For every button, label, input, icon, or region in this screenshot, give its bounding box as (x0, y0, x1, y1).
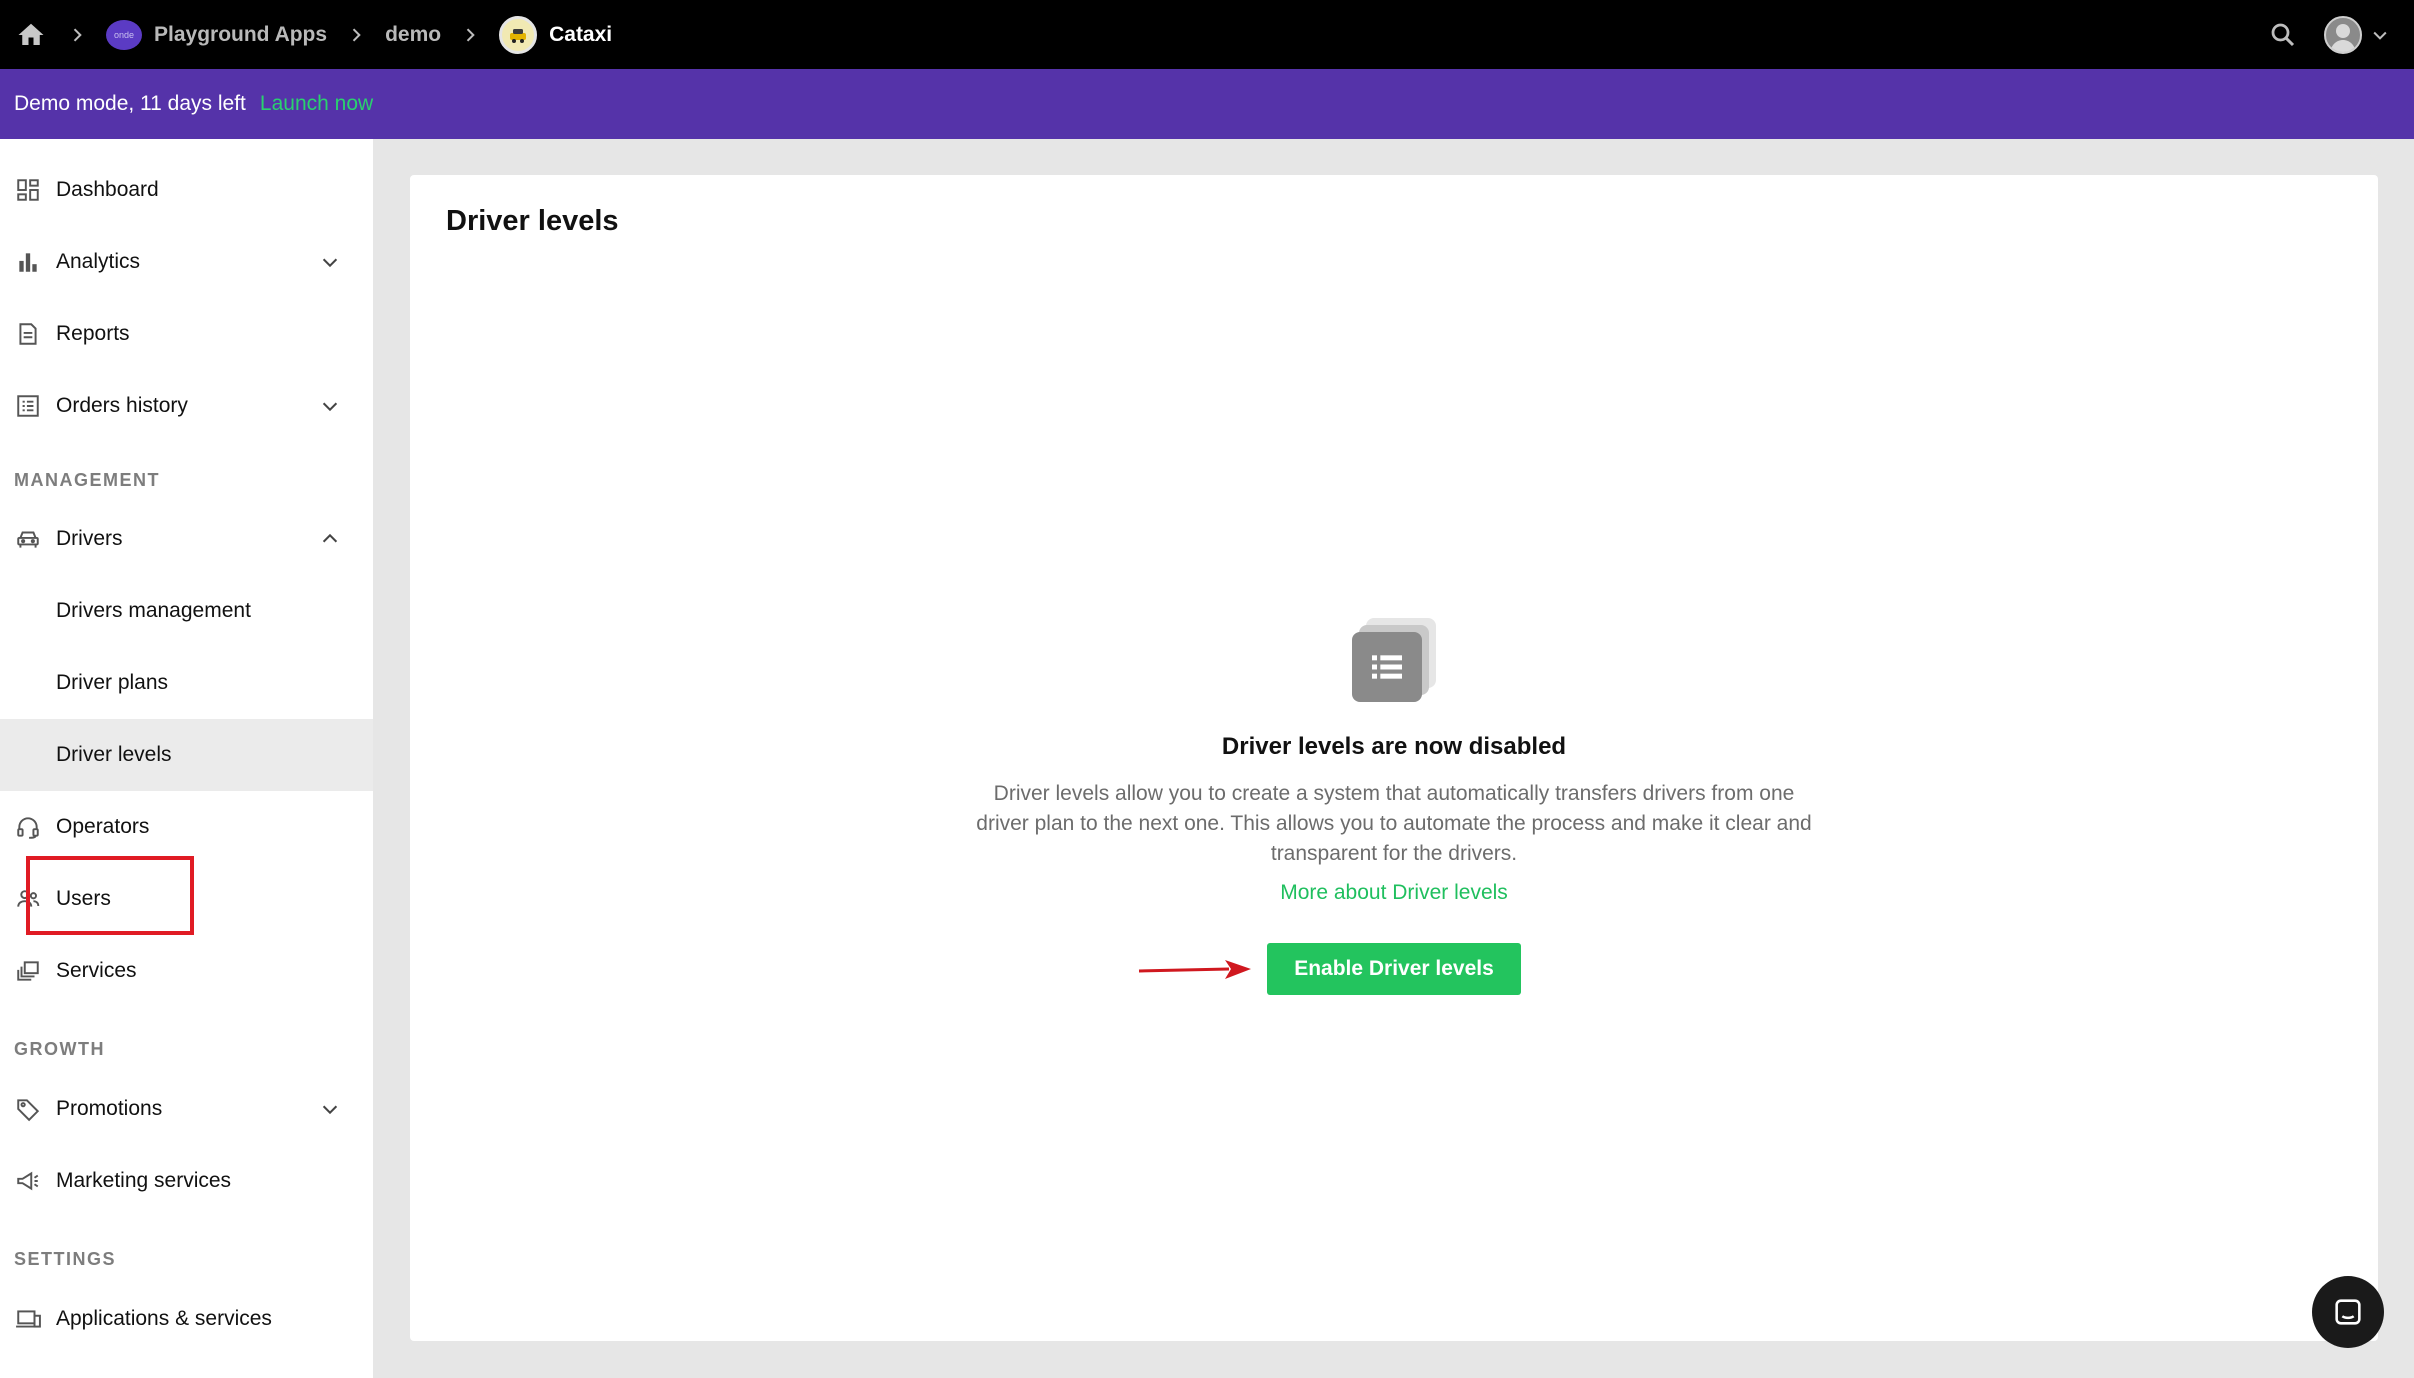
onde-logo: onde (106, 19, 142, 50)
demo-banner: Demo mode, 11 days left Launch now (0, 69, 2414, 139)
enable-driver-levels-button[interactable]: Enable Driver levels (1267, 943, 1521, 995)
tag-icon (14, 1095, 42, 1123)
report-icon (14, 320, 42, 348)
breadcrumb-label: demo (385, 22, 442, 46)
users-icon (14, 885, 42, 913)
sidebar-item-label: Promotions (56, 1097, 163, 1120)
empty-state: Driver levels are now disabled Driver le… (410, 618, 2378, 995)
cataxi-logo (499, 15, 538, 54)
list-icon (14, 392, 42, 420)
sidebar-item-orders-history[interactable]: Orders history (0, 370, 373, 442)
chevron-down-icon (316, 248, 344, 276)
empty-state-heading: Driver levels are now disabled (1221, 733, 1567, 760)
chevron-down-icon (316, 392, 344, 420)
chevron-down-icon (2370, 25, 2390, 45)
enable-row: Enable Driver levels (1138, 943, 1521, 995)
sidebar-item-driver-plans[interactable]: Driver plans (0, 647, 373, 719)
sidebar-item-marketing-services[interactable]: Marketing services (0, 1145, 373, 1217)
chevron-down-icon (316, 1095, 344, 1123)
sidebar-item-services[interactable]: Services (0, 935, 373, 1007)
sidebar: Dashboard Analytics Reports Orders histo… (0, 139, 373, 1378)
sidebar-item-label: Drivers management (56, 599, 251, 622)
devices-icon (14, 1305, 42, 1333)
sidebar-item-applications-services[interactable]: Applications & services (0, 1283, 373, 1355)
sidebar-item-label: Applications & services (56, 1307, 272, 1330)
sidebar-item-users[interactable]: Users (0, 863, 373, 935)
sidebar-item-label: Driver plans (56, 671, 169, 694)
chevron-right-icon (453, 25, 487, 45)
chevron-up-icon (316, 525, 344, 553)
sidebar-item-operators[interactable]: Operators (0, 791, 373, 863)
dashboard-icon (14, 176, 42, 204)
page-title: Driver levels (446, 205, 619, 237)
car-icon (14, 525, 42, 553)
sidebar-item-driver-levels[interactable]: Driver levels (0, 719, 373, 791)
sidebar-item-label: Analytics (56, 250, 141, 273)
headset-icon (14, 813, 42, 841)
sidebar-item-label: Orders history (56, 394, 188, 417)
sidebar-item-reports[interactable]: Reports (0, 298, 373, 370)
bar-chart-icon (14, 248, 42, 276)
empty-state-description: Driver levels allow you to create a syst… (976, 782, 1812, 865)
chat-launcher[interactable] (2312, 1276, 2384, 1348)
sidebar-item-analytics[interactable]: Analytics (0, 226, 373, 298)
chevron-right-icon (60, 25, 94, 45)
breadcrumb-label: Cataxi (549, 22, 613, 46)
sidebar-item-label: Reports (56, 322, 130, 345)
sidebar-item-label: Users (56, 887, 111, 910)
breadcrumb-demo[interactable]: demo (385, 23, 441, 47)
stacked-list-icon (1352, 618, 1436, 702)
section-title-management: MANAGEMENT (14, 470, 160, 490)
breadcrumb-cataxi[interactable]: Cataxi (499, 15, 613, 54)
main-card: Driver levels Driver levels are now disa… (410, 175, 2378, 1341)
sidebar-item-label: Marketing services (56, 1169, 232, 1192)
sidebar-item-label: Driver levels (56, 743, 172, 766)
services-icon (14, 957, 42, 985)
sidebar-item-drivers-management[interactable]: Drivers management (0, 575, 373, 647)
chat-icon (2331, 1295, 2365, 1329)
section-title-settings: SETTINGS (14, 1249, 117, 1269)
home-icon[interactable] (14, 18, 48, 52)
section-title-growth: GROWTH (14, 1039, 105, 1059)
top-bar: onde Playground Apps demo Cataxi (0, 0, 2414, 69)
megaphone-icon (14, 1167, 42, 1195)
sidebar-item-label: Drivers (56, 527, 123, 550)
chevron-right-icon (339, 25, 373, 45)
sidebar-item-promotions[interactable]: Promotions (0, 1073, 373, 1145)
user-menu[interactable] (2324, 15, 2390, 54)
sidebar-item-dashboard[interactable]: Dashboard (0, 154, 373, 226)
breadcrumb-playground-apps[interactable]: onde Playground Apps (106, 19, 328, 50)
launch-now-link[interactable]: Launch now (260, 92, 373, 116)
sidebar-item-drivers[interactable]: Drivers (0, 503, 373, 575)
more-about-link[interactable]: More about Driver levels (1280, 881, 1508, 905)
search-icon[interactable] (2268, 20, 2298, 50)
sidebar-item-label: Dashboard (56, 178, 159, 201)
sidebar-item-label: Services (56, 959, 137, 982)
arrow-annotation-icon (1138, 960, 1251, 979)
sidebar-item-label: Operators (56, 815, 150, 838)
breadcrumb-label: Playground Apps (154, 22, 328, 46)
avatar (2324, 15, 2362, 54)
demo-mode-text: Demo mode, 11 days left (14, 92, 246, 115)
